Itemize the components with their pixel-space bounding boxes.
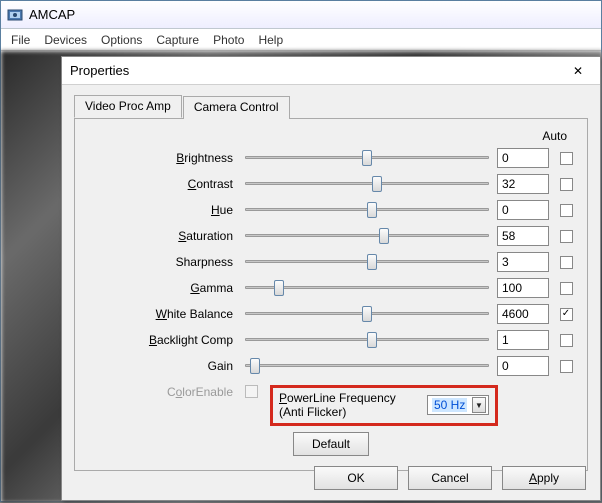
- powerline-selected: 50 Hz: [432, 398, 467, 412]
- close-icon: ✕: [573, 64, 583, 78]
- label-0: Brightness: [87, 151, 237, 165]
- label-5: Gamma: [87, 281, 237, 295]
- value-4: [497, 252, 549, 272]
- color-power-row: ColorEnable PowerLine Frequency(Anti Fli…: [87, 385, 575, 423]
- value-input-2[interactable]: [497, 200, 549, 220]
- auto-checkbox-5[interactable]: [560, 282, 573, 295]
- auto-4: [557, 256, 575, 269]
- app-title: AMCAP: [29, 7, 75, 22]
- value-0: [497, 148, 549, 168]
- auto-3: [557, 230, 575, 243]
- value-input-8[interactable]: [497, 356, 549, 376]
- label-3: Saturation: [87, 229, 237, 243]
- value-input-1[interactable]: [497, 174, 549, 194]
- auto-checkbox-4[interactable]: [560, 256, 573, 269]
- auto-checkbox-8[interactable]: [560, 360, 573, 373]
- auto-checkbox-2[interactable]: [560, 204, 573, 217]
- menu-devices[interactable]: Devices: [44, 33, 87, 47]
- main-window: AMCAP File Devices Options Capture Photo…: [0, 0, 602, 502]
- auto-checkbox-3[interactable]: [560, 230, 573, 243]
- slider-7[interactable]: [245, 330, 489, 350]
- slider-1[interactable]: [245, 174, 489, 194]
- menu-help[interactable]: Help: [258, 33, 283, 47]
- auto-7: [557, 334, 575, 347]
- menu-options[interactable]: Options: [101, 33, 142, 47]
- dialog-title: Properties: [70, 63, 129, 78]
- value-input-4[interactable]: [497, 252, 549, 272]
- value-input-0[interactable]: [497, 148, 549, 168]
- menu-file[interactable]: File: [11, 33, 30, 47]
- value-input-7[interactable]: [497, 330, 549, 350]
- auto-1: [557, 178, 575, 191]
- value-2: [497, 200, 549, 220]
- value-input-6[interactable]: [497, 304, 549, 324]
- tab-content: Auto Brightness Contrast Hue Saturation Shar…: [74, 119, 588, 471]
- dialog-body: Video Proc Amp Camera Control Auto Brigh…: [62, 85, 600, 479]
- value-6: [497, 304, 549, 324]
- label-8: Gain: [87, 359, 237, 373]
- label-1: Contrast: [87, 177, 237, 191]
- auto-checkbox-6[interactable]: ✓: [560, 308, 573, 321]
- powerline-label: PowerLine Frequency(Anti Flicker): [279, 391, 419, 420]
- value-8: [497, 356, 549, 376]
- powerline-select[interactable]: 50 Hz ▼: [427, 395, 489, 415]
- slider-5[interactable]: [245, 278, 489, 298]
- row-backlight-comp: Backlight Comp: [87, 327, 575, 353]
- auto-8: [557, 360, 575, 373]
- value-5: [497, 278, 549, 298]
- row-hue: Hue: [87, 197, 575, 223]
- tab-camera-control[interactable]: Camera Control: [183, 96, 290, 119]
- auto-checkbox-0[interactable]: [560, 152, 573, 165]
- main-titlebar: AMCAP: [1, 1, 601, 29]
- slider-6[interactable]: [245, 304, 489, 324]
- slider-8[interactable]: [245, 356, 489, 376]
- auto-header: Auto: [87, 129, 575, 143]
- powerline-highlight: PowerLine Frequency(Anti Flicker) 50 Hz …: [270, 385, 498, 426]
- auto-6: ✓: [557, 308, 575, 321]
- row-gain: Gain: [87, 353, 575, 379]
- ok-button[interactable]: OK: [314, 466, 398, 490]
- app-icon: [7, 7, 23, 23]
- row-contrast: Contrast: [87, 171, 575, 197]
- label-7: Backlight Comp: [87, 333, 237, 347]
- row-sharpness: Sharpness: [87, 249, 575, 275]
- properties-dialog: Properties ✕ Video Proc Amp Camera Contr…: [61, 56, 601, 501]
- label-6: White Balance: [87, 307, 237, 321]
- auto-0: [557, 152, 575, 165]
- row-white-balance: White Balance ✓: [87, 301, 575, 327]
- auto-checkbox-7[interactable]: [560, 334, 573, 347]
- slider-0[interactable]: [245, 148, 489, 168]
- value-7: [497, 330, 549, 350]
- slider-3[interactable]: [245, 226, 489, 246]
- cancel-button[interactable]: Cancel: [408, 466, 492, 490]
- menu-capture[interactable]: Capture: [156, 33, 199, 47]
- slider-4[interactable]: [245, 252, 489, 272]
- tabbar: Video Proc Amp Camera Control: [74, 95, 588, 119]
- value-input-3[interactable]: [497, 226, 549, 246]
- apply-button[interactable]: Apply: [502, 466, 586, 490]
- row-saturation: Saturation: [87, 223, 575, 249]
- value-3: [497, 226, 549, 246]
- value-input-5[interactable]: [497, 278, 549, 298]
- close-button[interactable]: ✕: [564, 61, 592, 81]
- default-button[interactable]: Default: [293, 432, 369, 456]
- label-2: Hue: [87, 203, 237, 217]
- auto-2: [557, 204, 575, 217]
- auto-checkbox-1[interactable]: [560, 178, 573, 191]
- tab-video-proc-amp[interactable]: Video Proc Amp: [74, 95, 182, 118]
- dialog-footer: OK Cancel Apply: [314, 466, 586, 490]
- menubar: File Devices Options Capture Photo Help: [1, 29, 601, 51]
- label-4: Sharpness: [87, 255, 237, 269]
- row-brightness: Brightness: [87, 145, 575, 171]
- dropdown-arrow-icon[interactable]: ▼: [472, 397, 486, 413]
- menu-photo[interactable]: Photo: [213, 33, 244, 47]
- dialog-titlebar[interactable]: Properties ✕: [62, 57, 600, 85]
- value-1: [497, 174, 549, 194]
- default-row: Default: [87, 431, 575, 457]
- auto-5: [557, 282, 575, 295]
- row-gamma: Gamma: [87, 275, 575, 301]
- colorenable-label: ColorEnable: [87, 385, 237, 399]
- colorenable-checkbox: [245, 385, 258, 398]
- slider-2[interactable]: [245, 200, 489, 220]
